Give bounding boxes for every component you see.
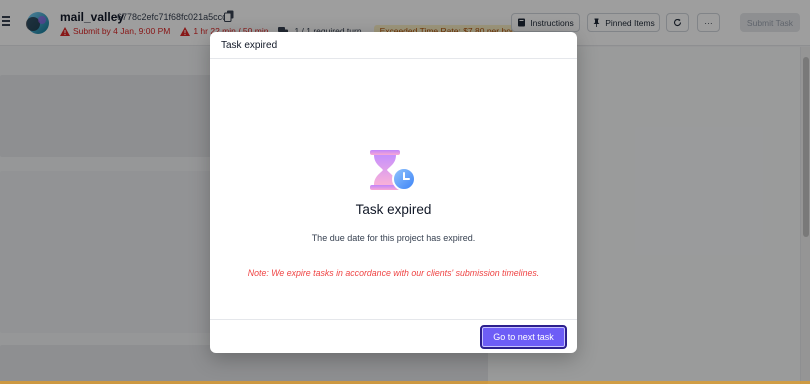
hourglass-clock-icon [370,150,416,191]
dialog-footer: Go to next task [210,319,577,353]
go-to-next-task-button[interactable]: Go to next task [480,325,567,349]
dialog-description: The due date for this project has expire… [311,233,476,243]
dialog-note: Note: We expire tasks in accordance with… [247,268,540,278]
dialog-title: Task expired [221,39,278,51]
dialog-header: Task expired [210,32,577,59]
task-expired-dialog: Task expired Task expired The due date f… [210,32,577,353]
dialog-body: Task expired The due date for this proje… [210,59,577,319]
dialog-heading: Task expired [355,202,432,217]
